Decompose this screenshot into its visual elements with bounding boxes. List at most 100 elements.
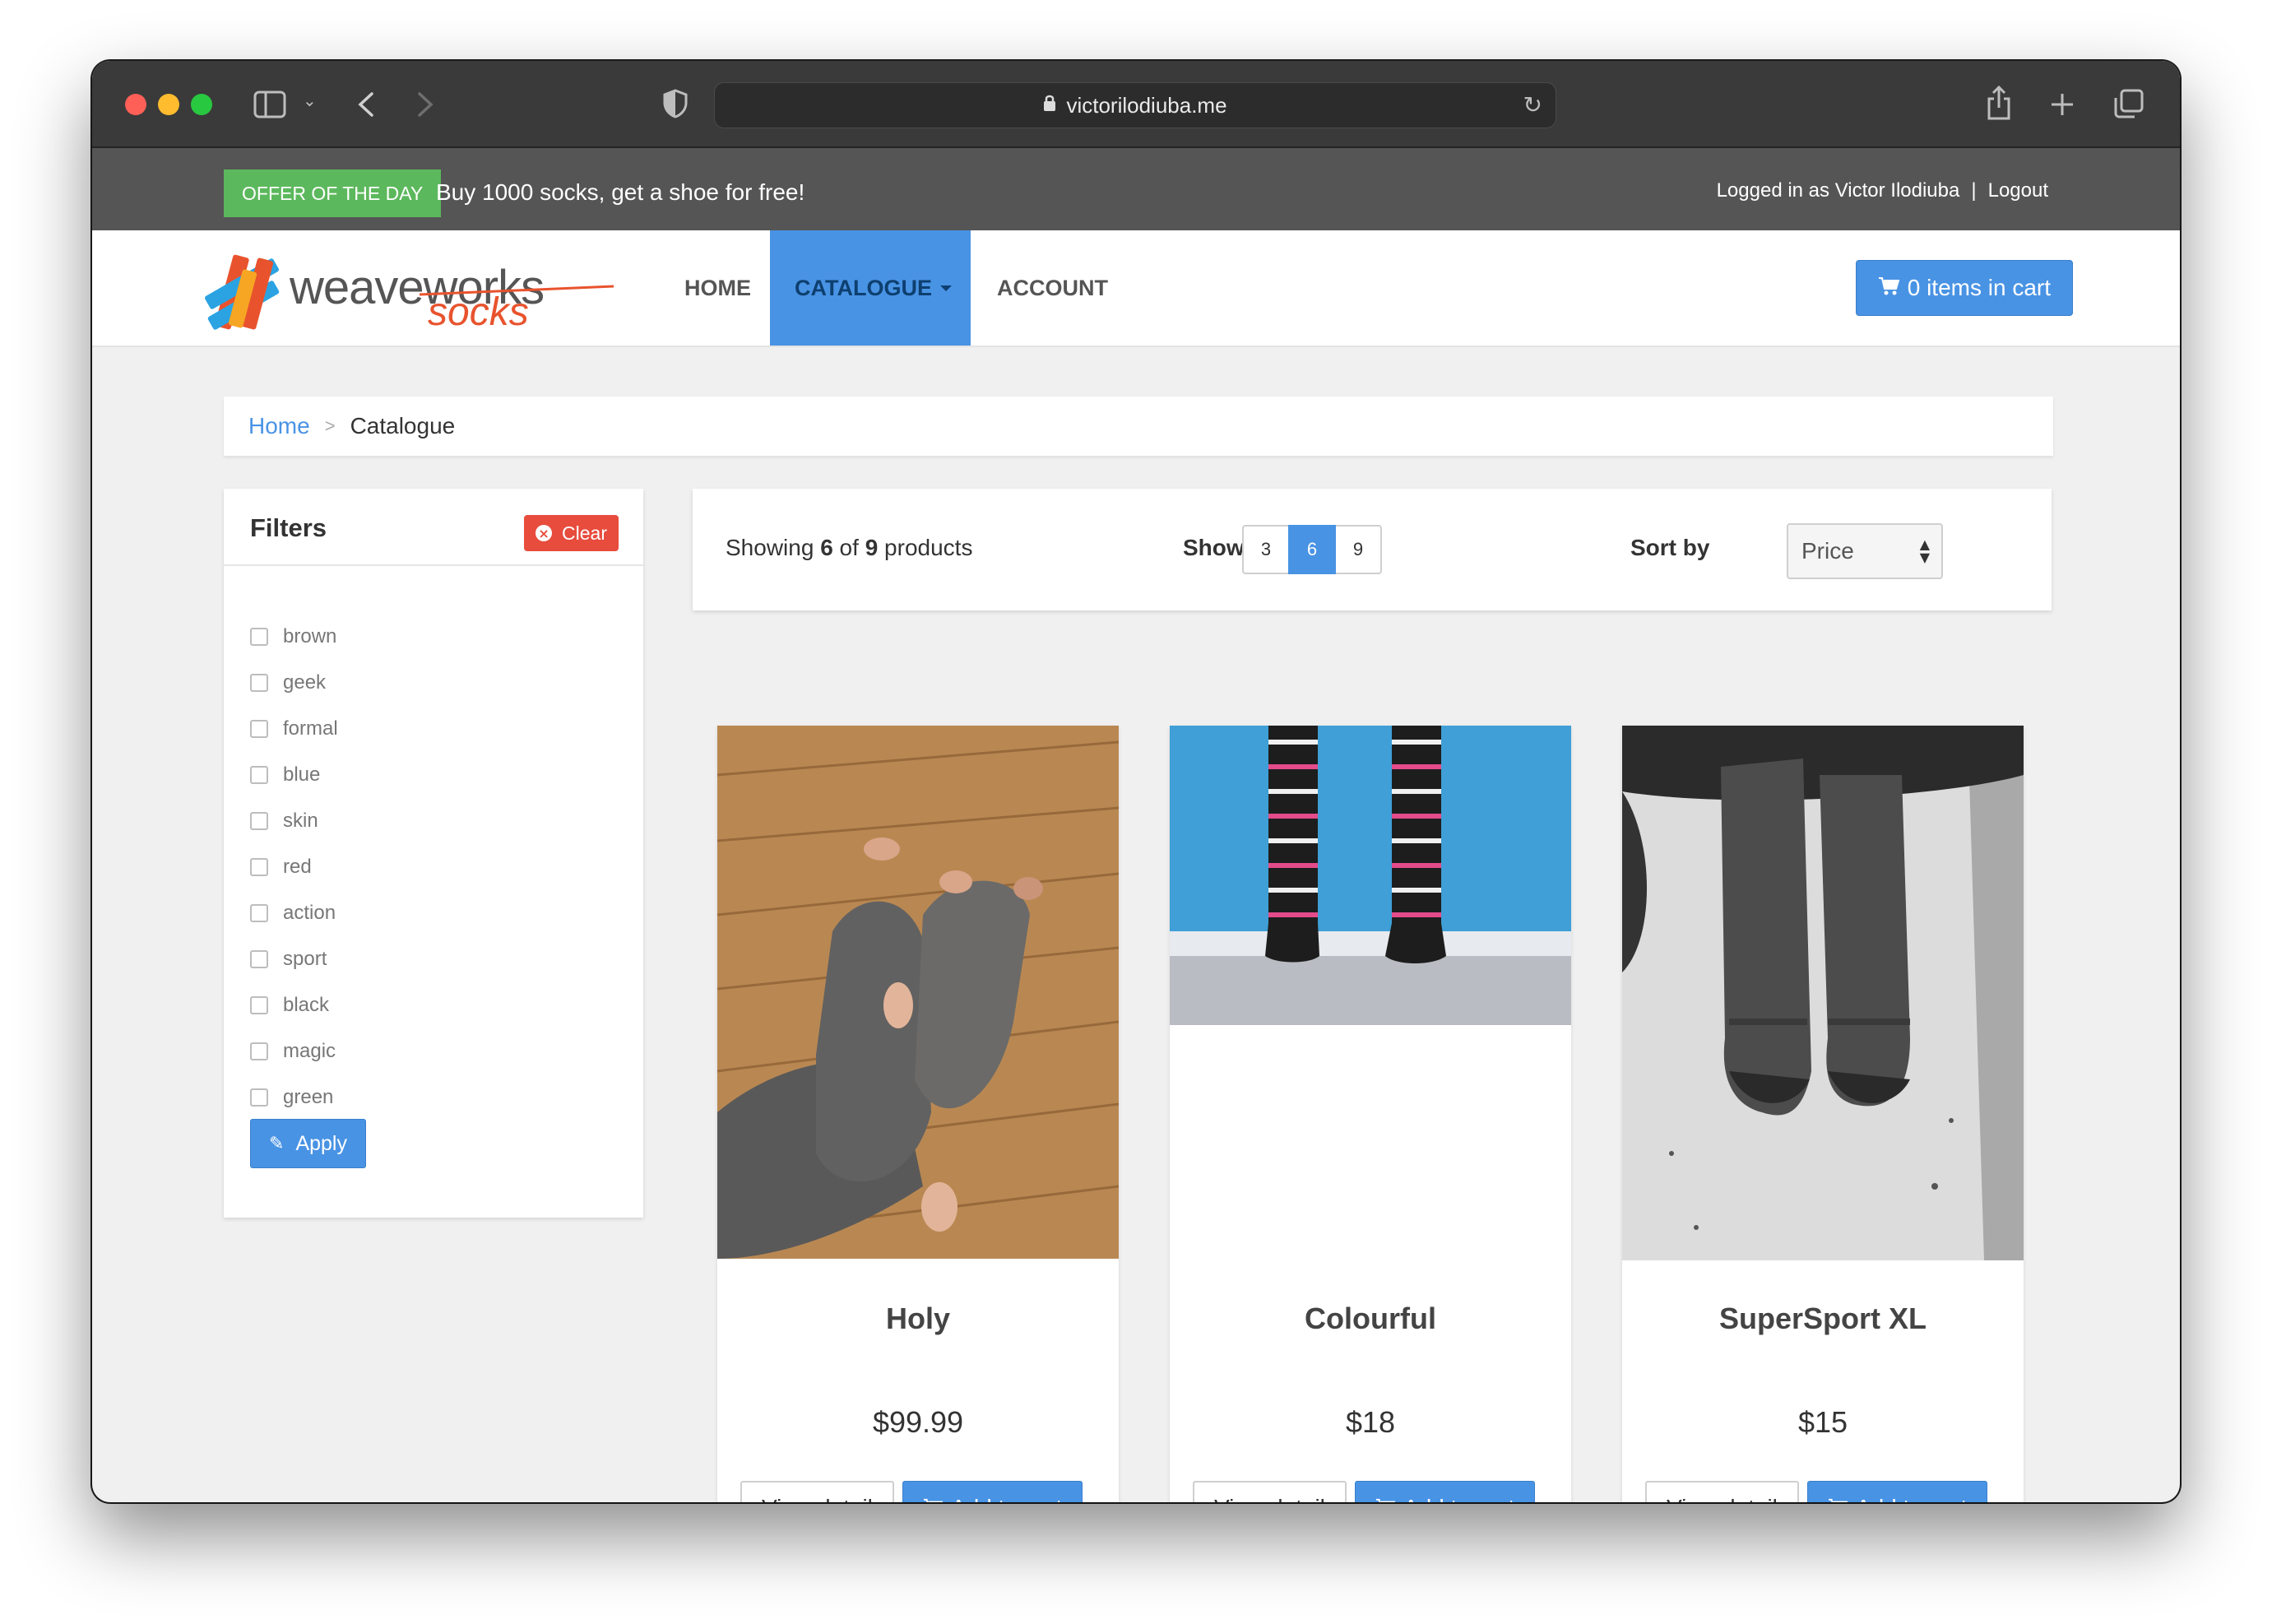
filter-option-magic[interactable]: magic xyxy=(250,1028,338,1074)
sort-label: Sort by xyxy=(1630,535,1710,560)
checkbox[interactable] xyxy=(250,950,268,968)
showing-prefix: Showing xyxy=(726,535,814,560)
product-name[interactable]: Holy xyxy=(717,1302,1119,1336)
showing-of: of xyxy=(839,535,859,560)
select-arrows-icon: ▲ ▼ xyxy=(1919,536,1930,565)
zoom-window-button[interactable] xyxy=(191,94,212,115)
product-actions: View detail Add to cart xyxy=(740,1481,1083,1502)
checkbox[interactable] xyxy=(250,904,268,922)
tab-overview-icon[interactable] xyxy=(2114,89,2144,118)
filter-option-geek[interactable]: geek xyxy=(250,660,338,706)
breadcrumb-home-link[interactable]: Home xyxy=(248,413,310,439)
filter-option-red[interactable]: red xyxy=(250,844,338,890)
nav-home[interactable]: HOME xyxy=(660,230,776,346)
address-bar[interactable]: victorilodiuba.me ↻ xyxy=(714,82,1556,128)
breadcrumb-separator: > xyxy=(324,415,336,436)
product-name[interactable]: SuperSport XL xyxy=(1622,1302,2024,1336)
view-detail-button[interactable]: View detail xyxy=(1645,1481,1799,1502)
filters-panel: Filters × Clear brown geek formal blue s… xyxy=(224,489,643,1218)
back-arrow-icon[interactable] xyxy=(357,90,375,118)
product-price: $15 xyxy=(1797,1405,1848,1439)
page-size-6-button[interactable]: 6 xyxy=(1288,525,1336,574)
sort-select[interactable]: Price ▲ ▼ xyxy=(1787,523,1943,579)
clear-filters-button[interactable]: × Clear xyxy=(524,515,619,551)
filter-label: blue xyxy=(283,763,321,786)
filter-list: brown geek formal blue skin red action s… xyxy=(250,614,338,1121)
nav-catalogue[interactable]: CATALOGUE xyxy=(770,230,971,346)
apply-filters-button[interactable]: ✎ Apply xyxy=(250,1119,366,1168)
add-to-cart-label: Add to cart xyxy=(1856,1495,1967,1502)
cart-button[interactable]: 0 items in cart xyxy=(1855,260,2073,316)
login-separator: | xyxy=(1971,179,1977,202)
checkbox[interactable] xyxy=(250,720,268,738)
view-detail-button[interactable]: View detail xyxy=(1193,1481,1347,1502)
nav-account[interactable]: ACCOUNT xyxy=(972,230,1133,346)
show-label: Show xyxy=(1183,535,1245,560)
checkbox[interactable] xyxy=(250,766,268,784)
shopping-cart-icon xyxy=(1828,1495,1848,1502)
minimize-window-button[interactable] xyxy=(158,94,179,115)
caret-down-icon xyxy=(939,285,952,291)
add-to-cart-button[interactable]: Add to cart xyxy=(1806,1481,1988,1502)
catalogue-controls: Showing 6 of 9 products Show 3 6 9 Sort … xyxy=(693,489,2052,610)
view-detail-button[interactable]: View detail xyxy=(740,1481,894,1502)
checkbox[interactable] xyxy=(250,1088,268,1107)
login-info: Logged in as Victor Ilodiuba | Logout xyxy=(1717,179,2048,202)
offer-badge[interactable]: OFFER OF THE DAY xyxy=(224,169,442,217)
breadcrumb-current: Catalogue xyxy=(350,413,456,438)
page-size-3-button[interactable]: 3 xyxy=(1242,525,1290,574)
page-size-9-button[interactable]: 9 xyxy=(1334,525,1382,574)
checkbox[interactable] xyxy=(250,858,268,876)
filter-option-blue[interactable]: blue xyxy=(250,752,338,798)
filter-option-brown[interactable]: brown xyxy=(250,614,338,660)
add-to-cart-label: Add to cart xyxy=(1403,1495,1514,1502)
checkbox[interactable] xyxy=(250,674,268,692)
filter-option-black[interactable]: black xyxy=(250,982,338,1028)
product-image-colourful[interactable] xyxy=(1170,726,1571,1025)
offer-text: Buy 1000 socks, get a shoe for free! xyxy=(436,179,805,205)
checkbox[interactable] xyxy=(250,628,268,646)
share-icon[interactable] xyxy=(1986,86,2012,120)
filter-label: skin xyxy=(283,810,318,832)
new-tab-plus-icon[interactable] xyxy=(2050,92,2075,117)
close-window-button[interactable] xyxy=(125,94,146,115)
filter-label: sport xyxy=(283,948,327,970)
weaveworks-logo[interactable]: weaveworks socks xyxy=(197,248,614,334)
product-image-supersport-xl[interactable] xyxy=(1622,726,2024,1260)
sort-value: Price xyxy=(1801,538,1854,564)
logout-link[interactable]: Logout xyxy=(1988,179,2048,202)
logo-strike-line xyxy=(420,285,614,296)
add-to-cart-button[interactable]: Add to cart xyxy=(902,1481,1083,1502)
product-actions: View detail Add to cart xyxy=(1645,1481,1988,1502)
reload-icon[interactable]: ↻ xyxy=(1523,91,1542,118)
filter-label: magic xyxy=(283,1040,336,1062)
apply-label: Apply xyxy=(295,1131,347,1155)
showing-count-text: Showing 6 of 9 products xyxy=(726,535,972,561)
privacy-shield-icon[interactable] xyxy=(663,89,688,118)
filter-label: action xyxy=(283,902,336,924)
filter-option-formal[interactable]: formal xyxy=(250,706,338,752)
product-name[interactable]: Colourful xyxy=(1170,1302,1571,1336)
shopping-cart-icon xyxy=(1878,275,1900,302)
filter-option-action[interactable]: action xyxy=(250,890,338,936)
filter-option-skin[interactable]: skin xyxy=(250,798,338,844)
checkbox[interactable] xyxy=(250,1042,268,1060)
url-text: victorilodiuba.me xyxy=(1066,92,1227,118)
forward-arrow-icon[interactable] xyxy=(416,90,434,118)
weaveworks-logo-mark-icon xyxy=(205,254,280,330)
product-actions: View detail Add to cart xyxy=(1193,1481,1536,1502)
filter-label: green xyxy=(283,1086,334,1108)
shopping-cart-icon xyxy=(1375,1495,1396,1502)
lock-icon xyxy=(1043,94,1056,117)
checkbox[interactable] xyxy=(250,996,268,1014)
product-price: $99.99 xyxy=(872,1405,964,1439)
sidebar-toggle-icon[interactable] xyxy=(253,90,286,118)
chevron-down-icon[interactable]: ⌄ xyxy=(303,90,317,110)
add-to-cart-button[interactable]: Add to cart xyxy=(1354,1481,1536,1502)
showing-total: 9 xyxy=(865,535,879,560)
checkbox[interactable] xyxy=(250,812,268,830)
filter-option-green[interactable]: green xyxy=(250,1074,338,1121)
product-image-holy[interactable] xyxy=(717,726,1119,1259)
showing-count: 6 xyxy=(820,535,833,560)
filter-option-sport[interactable]: sport xyxy=(250,936,338,982)
